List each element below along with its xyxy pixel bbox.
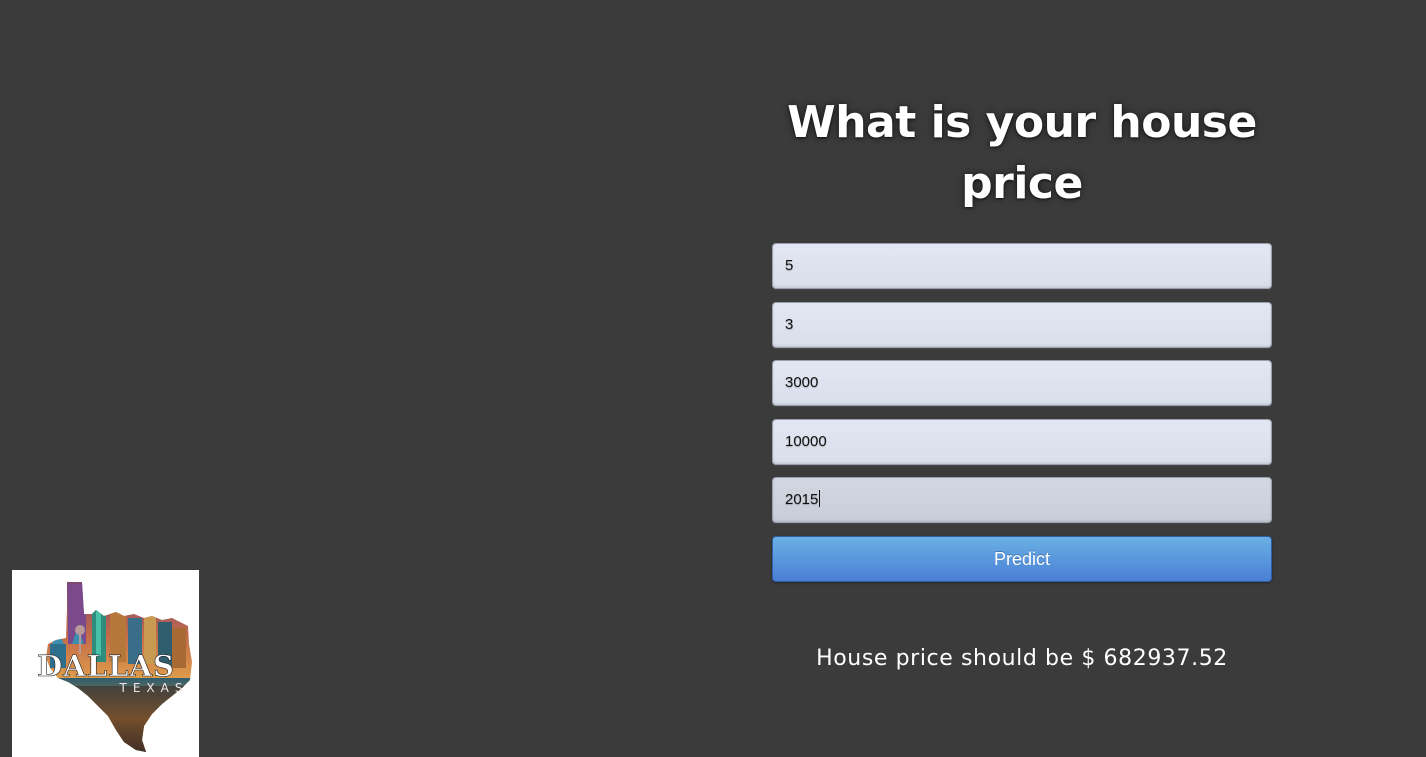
input-field-1-value: 5 [785, 257, 794, 274]
texas-skyline-image: DALLAS TEXAS [37, 582, 192, 752]
input-field-4[interactable]: 10000 [772, 419, 1272, 465]
input-field-3[interactable]: 3000 [772, 360, 1272, 406]
logo-subtitle-text: TEXAS [119, 681, 189, 695]
input-field-1[interactable]: 5 [772, 243, 1272, 289]
input-field-5[interactable]: 2015 [772, 477, 1272, 523]
logo-title-text: DALLAS [37, 649, 175, 683]
input-field-2[interactable]: 3 [772, 302, 1272, 348]
prediction-result: House price should be $ 682937.52 [816, 646, 1228, 671]
predict-button[interactable]: Predict [772, 536, 1272, 582]
text-caret [819, 490, 821, 507]
input-field-4-value: 10000 [785, 433, 827, 450]
input-field-3-value: 3000 [785, 374, 819, 391]
page-title: What is your house price [787, 97, 1257, 209]
dallas-texas-logo: DALLAS TEXAS [12, 570, 199, 757]
input-field-2-value: 3 [785, 316, 794, 333]
input-field-5-value: 2015 [785, 491, 819, 508]
